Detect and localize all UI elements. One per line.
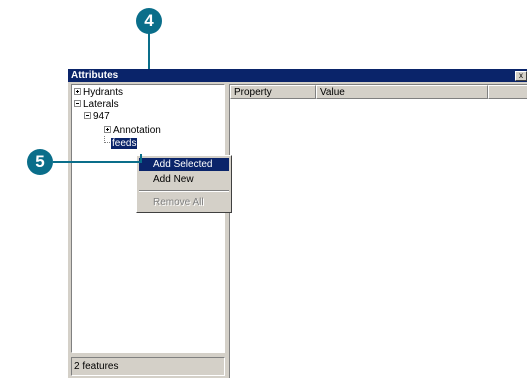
callout-5-leader [53,161,142,163]
column-header-extra[interactable] [488,85,527,99]
tree-node-label: 947 [93,111,110,122]
title-bar[interactable]: Attributes x [68,69,527,82]
callout-5-leader-tick [140,154,142,163]
column-header-property[interactable]: Property [230,85,316,99]
window-title: Attributes [71,70,119,81]
column-header-value[interactable]: Value [316,85,488,99]
close-button[interactable]: x [515,71,527,81]
tree-node-hydrants[interactable]: Hydrants [74,87,123,99]
status-bar: 2 features [71,357,225,376]
property-grid[interactable]: Property Value [229,84,527,378]
menu-separator [139,190,229,192]
context-menu: Add Selected Add New Remove All [136,155,232,213]
expand-icon[interactable] [74,88,81,95]
tree-node-label: Hydrants [83,87,124,98]
menu-item-add-selected[interactable]: Add Selected [139,158,229,171]
feature-tree[interactable]: Hydrants Laterals 947 Annotation feeds [71,84,225,353]
tree-node-label: Laterals [83,99,119,110]
callout-step-4: 4 [136,8,162,34]
menu-item-remove-all[interactable]: Remove All [139,196,229,209]
tree-connector [104,136,110,143]
collapse-icon[interactable] [74,100,81,107]
callout-step-5: 5 [27,149,53,175]
tree-node-annotation[interactable]: Annotation [104,125,161,137]
expand-icon[interactable] [104,126,111,133]
collapse-icon[interactable] [84,112,91,119]
tree-node-label-selected: feeds [111,138,138,149]
tree-node-laterals[interactable]: Laterals [74,99,119,111]
tree-node-947[interactable]: 947 [84,111,110,123]
tree-node-label: Annotation [113,125,161,136]
menu-item-add-new[interactable]: Add New [139,173,229,186]
attributes-window: Attributes x Hydrants Laterals 947 Annot… [68,69,527,378]
tree-node-feeds[interactable]: feeds [104,136,138,150]
